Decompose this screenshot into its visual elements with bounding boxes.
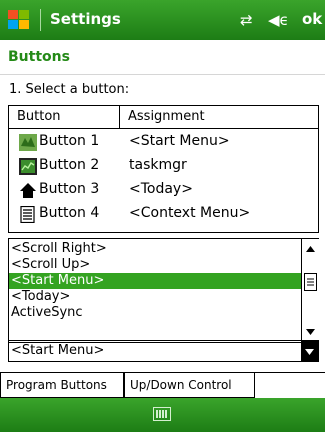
list-item[interactable]: <Scroll Right>	[9, 241, 301, 257]
list-item[interactable]: ActiveSync	[9, 305, 301, 321]
list-scrollbar[interactable]	[301, 239, 319, 342]
title-separator	[40, 9, 41, 31]
context-menu-icon	[20, 206, 35, 223]
combobox-value: <Start Menu>	[11, 343, 105, 358]
assignment-combobox[interactable]: <Start Menu>	[8, 340, 319, 362]
column-header-button[interactable]: Button	[9, 106, 120, 128]
table-row[interactable]: Button 2 taskmgr	[9, 154, 318, 178]
button-table: Button Assignment Button 1 <Start Menu> …	[8, 105, 319, 233]
assignment-list[interactable]: <Scroll Right> <Scroll Up> <Start Menu> …	[8, 238, 319, 343]
table-row[interactable]: Button 1 <Start Menu>	[9, 130, 318, 154]
row-button-label: Button 3	[39, 181, 100, 197]
tab-strip: Program Buttons Up/Down Control	[0, 372, 325, 399]
tab-up-down-control[interactable]: Up/Down Control	[124, 373, 255, 398]
select-button-prompt: 1. Select a button:	[9, 82, 130, 97]
window-title: Settings	[50, 10, 121, 28]
list-item-selected[interactable]: <Start Menu>	[9, 273, 301, 289]
list-item[interactable]: <Today>	[9, 289, 301, 305]
windows-start-icon[interactable]	[6, 7, 32, 33]
row-assignment: <Context Menu>	[129, 205, 251, 221]
scroll-down-icon[interactable]	[302, 323, 319, 340]
row-assignment: taskmgr	[129, 157, 187, 173]
section-title: Buttons	[8, 49, 70, 65]
start-menu-icon	[19, 134, 37, 151]
chevron-down-icon[interactable]	[301, 341, 318, 361]
soft-key-bar	[0, 398, 325, 432]
row-button-label: Button 4	[39, 205, 100, 221]
table-row[interactable]: Button 3 <Today>	[9, 178, 318, 202]
section-header: Buttons	[0, 40, 325, 75]
column-header-assignment[interactable]: Assignment	[120, 106, 318, 128]
connectivity-icon[interactable]: ⇄	[240, 11, 253, 29]
scroll-up-icon[interactable]	[302, 241, 319, 258]
row-button-label: Button 2	[39, 157, 100, 173]
keyboard-icon[interactable]	[153, 407, 171, 421]
row-assignment: <Start Menu>	[129, 133, 230, 149]
ok-button[interactable]: ok	[302, 10, 322, 28]
scroll-thumb[interactable]	[304, 273, 317, 291]
speaker-icon[interactable]: ◀ϵ	[268, 11, 289, 29]
home-icon	[20, 183, 36, 198]
table-header: Button Assignment	[9, 106, 318, 129]
table-row[interactable]: Button 4 <Context Menu>	[9, 202, 318, 226]
list-item[interactable]: <Scroll Up>	[9, 257, 301, 273]
title-bar: Settings ⇄ ◀ϵ ok	[0, 0, 325, 40]
row-assignment: <Today>	[129, 181, 193, 197]
row-button-label: Button 1	[39, 133, 100, 149]
tab-program-buttons[interactable]: Program Buttons	[0, 373, 124, 398]
taskmgr-icon	[19, 158, 37, 175]
